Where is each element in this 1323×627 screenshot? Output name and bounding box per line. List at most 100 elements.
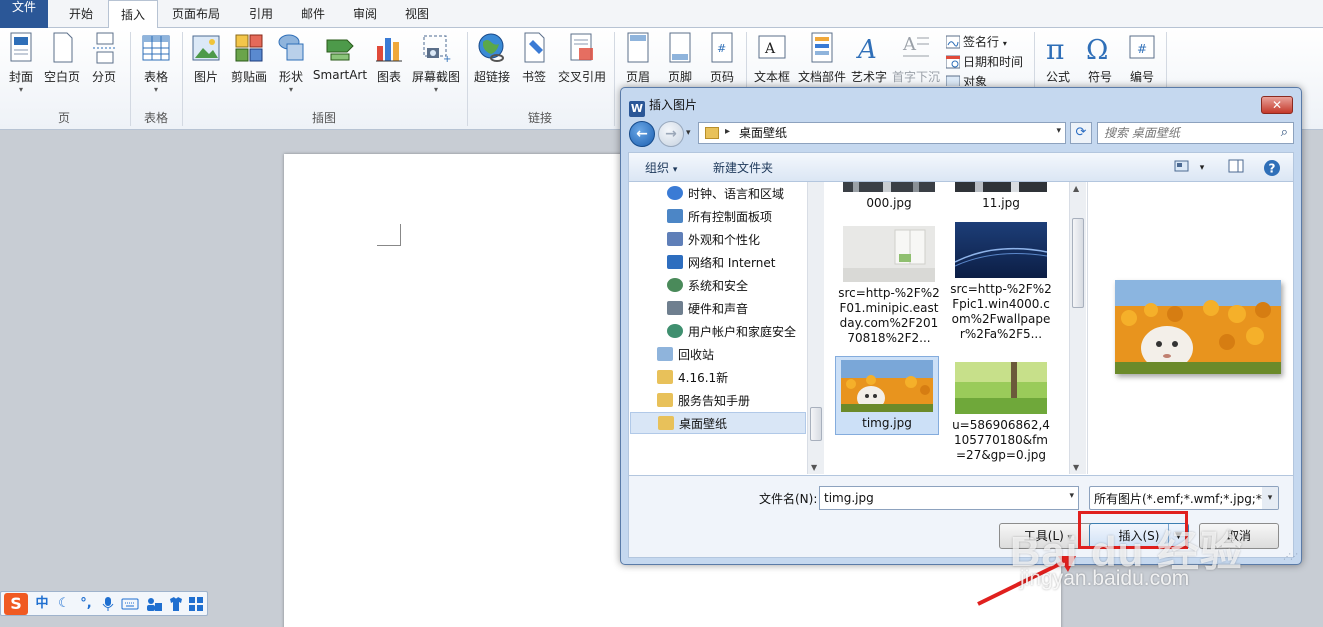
tab-mailings[interactable]: 邮件	[288, 0, 338, 28]
file-item[interactable]: u=586906862,4105770180&fm=27&gp=0.jpg	[949, 362, 1053, 463]
recent-locations-dropdown[interactable]: ▾	[686, 128, 691, 138]
search-input[interactable]	[1104, 125, 1270, 141]
number-sign-icon: #	[1127, 32, 1157, 64]
cross-reference-button[interactable]: 交叉引用	[556, 32, 608, 108]
view-options-icon[interactable]	[1173, 159, 1191, 177]
scroll-down-icon[interactable]: ▼	[1073, 463, 1079, 472]
tab-references[interactable]: 引用	[236, 0, 286, 28]
dialog-title: W 插入图片	[629, 98, 698, 117]
tab-insert[interactable]: 插入	[108, 0, 158, 29]
ime-grid-menu-icon[interactable]	[187, 595, 205, 613]
refresh-button[interactable]: ⟳	[1070, 122, 1092, 144]
back-button[interactable]: ←	[629, 121, 655, 147]
file-item[interactable]: 000.jpg	[837, 182, 941, 211]
chart-button[interactable]: 图表	[372, 32, 406, 108]
blank-page-icon	[47, 32, 77, 64]
tree-item-all-control-panel[interactable]: 所有控制面板项	[667, 206, 772, 228]
ime-user-icon[interactable]	[145, 595, 163, 613]
ime-chinese-mode[interactable]: 中	[33, 595, 51, 613]
system-security-icon	[667, 278, 683, 292]
tab-page-layout[interactable]: 页面布局	[160, 0, 232, 28]
organize-button[interactable]: 组织 ▾	[645, 159, 677, 177]
tab-review[interactable]: 审阅	[340, 0, 390, 28]
ime-skin-shirt-icon[interactable]	[167, 595, 185, 613]
ime-toolbar: S 中 ☾ °,	[0, 591, 208, 616]
svg-text:#: #	[717, 42, 726, 55]
help-icon[interactable]: ?	[1263, 159, 1281, 177]
forward-button[interactable]: →	[658, 121, 684, 147]
object-button[interactable]: 对象	[946, 72, 987, 86]
chevron-down-icon[interactable]: ▾	[1069, 491, 1074, 501]
picture-button[interactable]: 图片	[188, 32, 224, 108]
tab-view[interactable]: 视图	[392, 0, 442, 28]
smartart-button[interactable]: SmartArt	[312, 32, 368, 108]
hyperlink-button[interactable]: 超链接	[472, 32, 512, 108]
scrollbar-thumb[interactable]	[810, 407, 822, 441]
chevron-right-icon[interactable]: ▸	[725, 126, 730, 137]
tab-file[interactable]: 文件	[0, 0, 48, 28]
ime-microphone-icon[interactable]	[99, 595, 117, 613]
cancel-button[interactable]: 取消	[1199, 523, 1279, 549]
tree-scrollbar[interactable]: ▼	[807, 182, 824, 474]
chevron-down-icon[interactable]: ▾	[1193, 159, 1211, 177]
filetype-select[interactable]: 所有图片(*.emf;*.wmf;*.jpg;*.jp ▾	[1089, 486, 1279, 510]
search-box[interactable]: ⌕	[1097, 122, 1294, 144]
file-item[interactable]: src=http-%2F%2F01.minipic.eastday.com%2F…	[837, 226, 941, 346]
table-button[interactable]: 表格 ▾	[136, 32, 176, 108]
chevron-down-icon[interactable]: ▾	[1262, 487, 1278, 509]
tree-item-system-security[interactable]: 系统和安全	[667, 275, 748, 297]
preview-image	[1115, 280, 1281, 374]
dropdown-arrow-icon: ▾	[18, 85, 23, 94]
blank-page-button[interactable]: 空白页	[42, 32, 82, 108]
tree-item-desktop-wallpaper[interactable]: 桌面壁纸	[630, 412, 806, 434]
tree-item-appearance[interactable]: 外观和个性化	[667, 229, 760, 251]
scrollbar-thumb[interactable]	[1072, 218, 1084, 308]
printer-icon	[667, 301, 683, 315]
file-thumbnail	[955, 182, 1047, 192]
file-item-selected[interactable]: timg.jpg	[835, 356, 939, 435]
file-item[interactable]: 11.jpg	[949, 182, 1053, 211]
bookmark-button[interactable]: 书签	[516, 32, 552, 108]
scroll-down-icon[interactable]: ▼	[811, 463, 817, 472]
tree-item-service-manual[interactable]: 服务告知手册	[657, 390, 750, 412]
search-icon[interactable]: ⌕	[1281, 125, 1288, 140]
resize-grip[interactable]: ⋰⋰	[1283, 552, 1298, 561]
filename-field[interactable]: ▾	[819, 486, 1079, 510]
address-bar[interactable]: ▸ 桌面壁纸 ▾	[698, 122, 1066, 144]
word-app-icon: W	[629, 101, 645, 117]
signature-line-button[interactable]: 签名行 ▾	[945, 32, 1007, 52]
screenshot-button[interactable]: + 屏幕截图 ▾	[410, 32, 462, 108]
file-thumbnail	[955, 362, 1047, 414]
ime-halfwidth-moon-icon[interactable]: ☾	[55, 595, 73, 613]
chevron-down-icon: ▾	[672, 165, 678, 175]
tree-item-user-accounts[interactable]: 用户帐户和家庭安全	[667, 321, 796, 343]
clip-art-button[interactable]: 剪贴画	[228, 32, 270, 108]
shapes-button[interactable]: 形状 ▾	[274, 32, 308, 108]
scroll-up-icon[interactable]: ▲	[1073, 184, 1079, 193]
date-time-button[interactable]: 日期和时间	[945, 52, 1023, 72]
new-folder-button[interactable]: 新建文件夹	[713, 159, 773, 177]
chevron-down-icon[interactable]: ▾	[1056, 126, 1061, 136]
preview-pane-icon[interactable]	[1227, 159, 1245, 177]
signature-icon	[945, 35, 961, 49]
ime-keyboard-icon[interactable]	[121, 595, 139, 613]
tree-item-network-internet[interactable]: 网络和 Internet	[667, 252, 775, 274]
ime-punctuation-icon[interactable]: °,	[77, 595, 95, 613]
tree-item-clock-language-region[interactable]: 时钟、语言和区域	[667, 183, 784, 205]
tree-item-hardware-sound[interactable]: 硬件和声音	[667, 298, 748, 320]
cover-page-button[interactable]: 封面 ▾	[4, 32, 38, 108]
footer-icon	[665, 32, 695, 64]
tab-home[interactable]: 开始	[54, 0, 108, 28]
file-item[interactable]: src=http-%2F%2Fpic1.win4000.com%2Fwallpa…	[949, 222, 1053, 342]
group-separator	[130, 32, 131, 126]
tree-item-recycle-bin[interactable]: 回收站	[657, 344, 714, 366]
group-separator	[614, 32, 615, 126]
tree-item-folder-4161[interactable]: 4.16.1新	[657, 367, 728, 389]
address-path[interactable]: 桌面壁纸	[739, 125, 787, 141]
close-button[interactable]: ✕	[1261, 96, 1293, 114]
sogou-logo-icon[interactable]: S	[4, 593, 28, 615]
file-list-scrollbar[interactable]: ▲ ▼	[1069, 182, 1086, 474]
filename-input[interactable]	[824, 490, 1054, 506]
file-thumbnail	[955, 222, 1047, 278]
page-break-button[interactable]: 分页	[86, 32, 122, 108]
